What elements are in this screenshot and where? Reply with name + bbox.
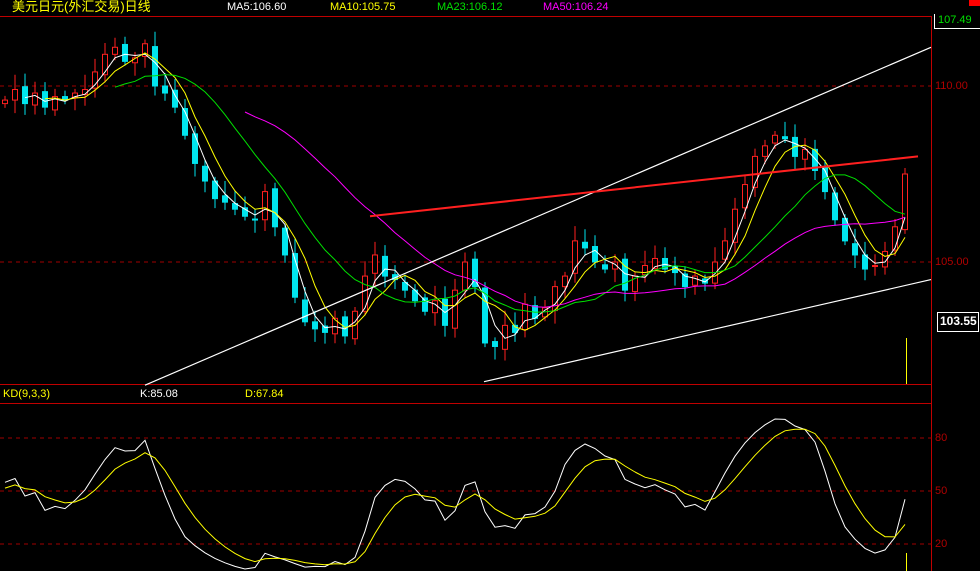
candle-up (762, 145, 768, 157)
candle-down (782, 136, 788, 140)
candle-down (592, 246, 598, 263)
kd-tick-label: 20 (935, 538, 948, 550)
candle-up (262, 191, 268, 221)
current-price-label: 103.55 (937, 312, 979, 332)
candle-up (742, 184, 748, 209)
kd-tick-label: 50 (935, 485, 948, 497)
candle-down (152, 46, 158, 87)
ma50-legend: MA50:106.24 (543, 1, 609, 13)
kd-tick-label: 80 (935, 432, 948, 444)
candle-up (692, 275, 698, 286)
ma10-legend: MA10:105.75 (330, 1, 396, 13)
candle-up (372, 254, 378, 274)
trendline-lower-channel (483, 279, 932, 383)
candle-up (2, 99, 8, 105)
candle-down (22, 86, 28, 105)
candle-down (202, 165, 208, 182)
candle-down (382, 255, 388, 277)
candle-down (492, 341, 498, 347)
candle-up (562, 275, 568, 288)
corner-indicator (969, 0, 980, 6)
candle-up (432, 300, 438, 314)
candle-up (772, 134, 778, 144)
ma5-legend: MA5:106.60 (227, 1, 287, 13)
candle-up (462, 261, 468, 291)
candle-down (272, 188, 278, 228)
candle-up (642, 265, 648, 276)
kd-d-value: D:67.84 (245, 388, 284, 400)
candle-up (802, 148, 808, 160)
y-tick-label: 105.00 (935, 256, 969, 268)
candle-down (122, 43, 128, 62)
candle-up (522, 303, 528, 331)
candle-up (552, 286, 558, 312)
candle-down (302, 299, 308, 323)
candle-down (602, 264, 608, 270)
top-price-label: 107.49 (934, 14, 980, 29)
chart-canvas (0, 0, 980, 571)
candle-up (362, 275, 368, 312)
candle-up (872, 265, 878, 268)
ma-line-ma23 (114, 74, 906, 313)
candle-down (582, 241, 588, 249)
chart-title: 美元日元(外汇交易)日线 (12, 0, 151, 14)
candle-down (252, 218, 258, 221)
candle-up (92, 71, 98, 89)
candle-up (32, 92, 38, 106)
candle-down (162, 85, 168, 94)
kd-k-line (4, 418, 906, 570)
kd-indicator-name: KD(9,3,3) (3, 388, 51, 400)
ma23-legend: MA23:106.12 (437, 1, 503, 13)
candle-down (852, 243, 858, 256)
candle-up (112, 46, 118, 55)
candle-up (12, 89, 18, 101)
candle-down (42, 91, 48, 108)
candle-down (222, 195, 228, 203)
candle-down (312, 321, 318, 330)
kd-k-value: K:85.08 (140, 388, 178, 400)
candle-down (422, 297, 428, 312)
y-tick-label: 110.00 (935, 80, 968, 92)
